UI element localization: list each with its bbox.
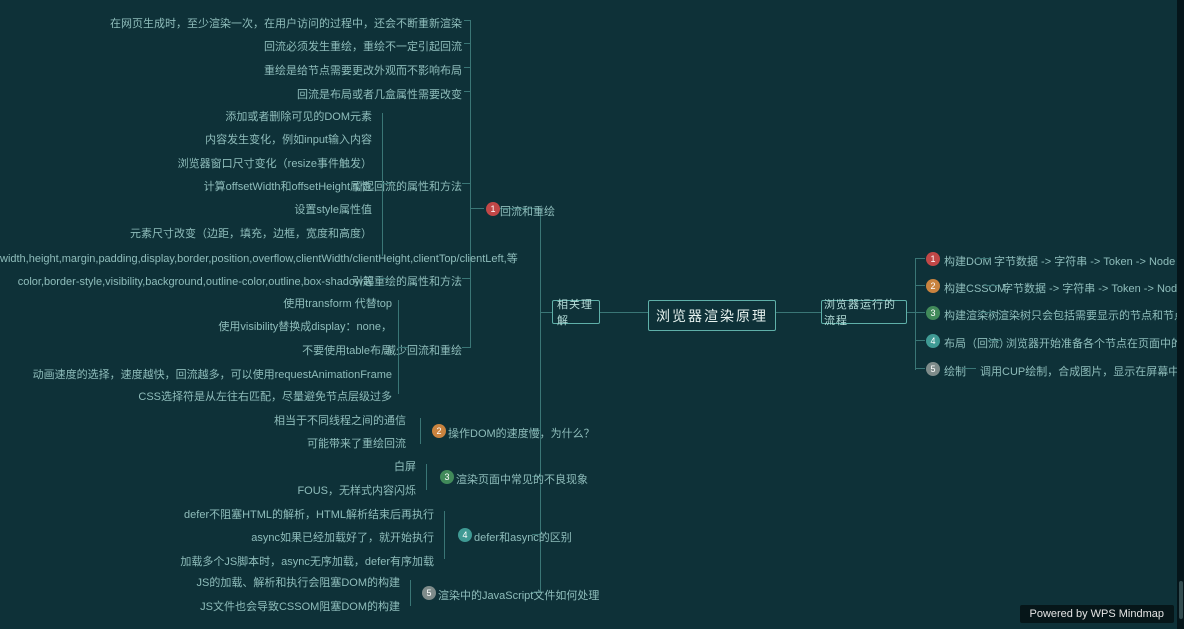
connector bbox=[410, 580, 411, 606]
node-dom-slow[interactable]: 操作DOM的速度慢，为什么？ bbox=[448, 425, 595, 441]
connector bbox=[420, 418, 421, 444]
connector bbox=[915, 312, 925, 313]
connector bbox=[378, 278, 388, 279]
leaf-text: defer不阻塞HTML的解析，HTML解析结束后再执行 bbox=[0, 506, 434, 522]
badge-5: 5 bbox=[422, 586, 436, 600]
leaf-text: width,height,margin,padding,display,bord… bbox=[0, 250, 372, 266]
connector bbox=[464, 20, 470, 21]
badge-3: 3 bbox=[926, 306, 940, 320]
leaf-text: 重绘是给节点需要更改外观而不影响布局 bbox=[0, 62, 462, 78]
leaf-text: 调用CUP绘制，合成图片，显示在屏幕中 bbox=[980, 363, 1179, 379]
leaf-text: 浏览器开始准备各个节点在页面中的准确位置和大小 bbox=[1006, 335, 1184, 351]
leaf-text: 使用visibility替换成display：none， bbox=[0, 318, 392, 334]
node-right-l2[interactable]: 浏览器运行的流程 bbox=[821, 300, 907, 324]
connector bbox=[540, 312, 552, 313]
node-left-l2[interactable]: 相关理解 bbox=[552, 300, 600, 324]
connector bbox=[907, 312, 915, 313]
badge-3: 3 bbox=[440, 470, 454, 484]
leaf-text: 回流必须发生重绘，重绘不一定引起回流 bbox=[0, 38, 462, 54]
footer-watermark: Powered by WPS Mindmap bbox=[1020, 605, 1175, 623]
node-bad-phenomena[interactable]: 渲染页面中常见的不良现象 bbox=[456, 471, 588, 487]
node-js-handling[interactable]: 渲染中的JavaScript文件如何处理 bbox=[438, 587, 599, 603]
node-label: 浏览器运行的流程 bbox=[824, 296, 904, 328]
leaf-text: 不要使用table布局 bbox=[0, 342, 392, 358]
connector bbox=[776, 312, 821, 313]
connector bbox=[962, 368, 976, 369]
leaf-text: JS文件也会导致CSSOM阻塞DOM的构建 bbox=[0, 598, 400, 614]
root-label: 浏览器渲染原理 bbox=[656, 306, 768, 326]
leaf-text: 元素尺寸改变（边距，填充，边框，宽度和高度） bbox=[0, 225, 372, 241]
leaf-text: 计算offsetWidth和offsetHeight属性 bbox=[0, 178, 372, 194]
connector bbox=[988, 340, 1002, 341]
connector bbox=[462, 347, 470, 348]
node-reflow-repaint[interactable]: 回流和重绘 bbox=[500, 203, 555, 219]
node-build-dom[interactable]: 构建DOM bbox=[944, 253, 992, 269]
mindmap-canvas[interactable]: 浏览器渲染原理 相关理解 浏览器运行的流程 1 构建DOM 字节数据 -> 字符… bbox=[0, 0, 1184, 629]
leaf-text: 设置style属性值 bbox=[0, 201, 372, 217]
badge-5: 5 bbox=[926, 362, 940, 376]
connector bbox=[976, 258, 990, 259]
leaf-text: 可能带来了重绘回流 bbox=[0, 435, 406, 451]
leaf-text: 动画速度的选择，速度越快，回流越多，可以使用requestAnimationFr… bbox=[0, 366, 392, 382]
leaf-text: JS的加载、解析和执行会阻塞DOM的构建 bbox=[0, 574, 400, 590]
badge-4: 4 bbox=[458, 528, 472, 542]
leaf-text: 字节数据 -> 字符串 -> Token -> Node -> CSSOM bbox=[1002, 280, 1184, 296]
connector bbox=[382, 183, 390, 184]
leaf-text: 加载多个JS脚本时，async无序加载，defer有序加载 bbox=[0, 553, 434, 569]
leaf-text: 渲染树只会包括需要显示的节点和节点的样式 bbox=[998, 307, 1184, 323]
node-layout[interactable]: 布局（回流） bbox=[944, 335, 1010, 351]
connector bbox=[464, 91, 470, 92]
badge-4: 4 bbox=[926, 334, 940, 348]
connector bbox=[984, 285, 998, 286]
node-build-cssom[interactable]: 构建CSSOM bbox=[944, 280, 1006, 296]
leaf-text: 字节数据 -> 字符串 -> Token -> Node -> DOM bbox=[994, 253, 1184, 269]
scrollbar-thumb[interactable] bbox=[1179, 581, 1183, 619]
connector bbox=[980, 312, 994, 313]
leaf-text: color,border-style,visibility,background… bbox=[0, 273, 374, 289]
node-build-render-tree[interactable]: 构建渲染树 bbox=[944, 307, 999, 323]
leaf-text: 使用transform 代替top bbox=[0, 295, 392, 311]
connector bbox=[444, 511, 445, 559]
connector bbox=[915, 258, 916, 370]
connector bbox=[464, 67, 470, 68]
connector bbox=[398, 300, 399, 394]
leaf-text: 在网页生成时，至少渲染一次，在用户访问的过程中，还会不断重新渲染 bbox=[0, 15, 462, 31]
connector bbox=[915, 285, 925, 286]
connector bbox=[462, 278, 470, 279]
leaf-text: 添加或者删除可见的DOM元素 bbox=[0, 108, 372, 124]
badge-2: 2 bbox=[432, 424, 446, 438]
connector bbox=[470, 20, 471, 348]
leaf-text: FOUS，无样式内容闪烁 bbox=[0, 482, 416, 498]
leaf-text: CSS选择符是从左往右匹配，尽量避免节点层级过多 bbox=[0, 388, 392, 404]
badge-1: 1 bbox=[486, 202, 500, 216]
connector bbox=[915, 258, 925, 259]
connector bbox=[426, 464, 427, 490]
leaf-text: 白屏 bbox=[0, 458, 416, 474]
connector bbox=[600, 312, 648, 313]
badge-2: 2 bbox=[926, 279, 940, 293]
connector bbox=[382, 113, 383, 256]
leaf-text: async如果已经加载好了，就开始执行 bbox=[0, 529, 434, 545]
leaf-text: 浏览器窗口尺寸变化（resize事件触发） bbox=[0, 155, 372, 171]
connector bbox=[470, 208, 484, 209]
badge-1: 1 bbox=[926, 252, 940, 266]
node-label: 相关理解 bbox=[557, 296, 595, 328]
connector bbox=[915, 368, 925, 369]
right-gutter bbox=[1177, 0, 1184, 629]
connector bbox=[462, 183, 470, 184]
leaf-text: 回流是布局或者几盒属性需要改变 bbox=[0, 86, 462, 102]
root-node[interactable]: 浏览器渲染原理 bbox=[648, 300, 776, 331]
leaf-text: 内容发生变化，例如input输入内容 bbox=[0, 131, 372, 147]
connector bbox=[915, 340, 925, 341]
connector bbox=[464, 43, 470, 44]
leaf-text: 相当于不同线程之间的通信 bbox=[0, 412, 406, 428]
node-defer-async[interactable]: defer和async的区别 bbox=[474, 529, 572, 545]
connector bbox=[398, 347, 408, 348]
node-paint[interactable]: 绘制 bbox=[944, 363, 966, 379]
